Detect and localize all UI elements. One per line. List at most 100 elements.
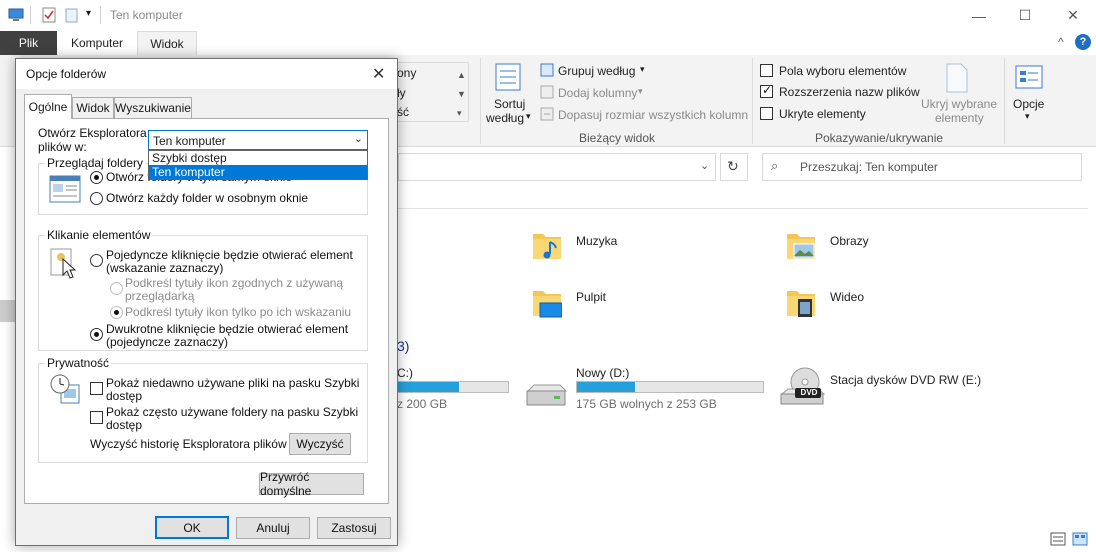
sort-dropdown-icon[interactable]: ▾: [526, 111, 531, 122]
tab-view[interactable]: Widok: [137, 31, 197, 55]
dvd-badge: DVD: [800, 388, 818, 397]
ok-button[interactable]: OK: [155, 516, 229, 539]
browse-new-window-radio[interactable]: [90, 192, 103, 205]
options-button[interactable]: Opcje: [1013, 97, 1044, 111]
sort-icon[interactable]: [494, 62, 524, 94]
add-columns-icon[interactable]: [540, 85, 554, 99]
music-folder-icon[interactable]: [532, 228, 562, 262]
qat-dropdown-icon[interactable]: ▾: [86, 8, 91, 19]
open-explorer-label-2: plików w:: [38, 140, 87, 154]
drive-usage-bar: [397, 381, 509, 393]
maximize-button[interactable]: ☐: [1002, 0, 1048, 31]
gallery-scroll-icon[interactable]: ▲ ▼ ▾: [457, 66, 466, 123]
dialog-close-button[interactable]: ✕: [372, 64, 385, 84]
minimize-button[interactable]: —: [956, 0, 1002, 31]
address-bar[interactable]: [398, 153, 716, 181]
ribbon-divider: [1004, 58, 1005, 144]
folder-name[interactable]: Wideo: [830, 290, 864, 304]
group-by-button[interactable]: Grupuj według: [558, 64, 635, 78]
fit-columns-icon[interactable]: [540, 107, 554, 121]
underline-point-label[interactable]: Podkreśl tytuły ikon tylko po ich wskaza…: [125, 306, 351, 319]
options-dropdown-icon[interactable]: ▾: [1025, 111, 1030, 122]
tab-file[interactable]: Plik: [0, 31, 57, 55]
drive-usage-fill: [398, 382, 459, 392]
hide-selected-label-2[interactable]: elementy: [935, 111, 984, 125]
clear-history-label: Wyczyść historię Eksploratora plików: [90, 437, 287, 451]
dropdown-option-this-pc[interactable]: Ten komputer: [149, 165, 367, 179]
open-explorer-label: Otwórz Eksploratora: [38, 126, 147, 140]
dialog-title: Opcje folderów: [26, 67, 107, 81]
show-frequent-folders-label-2[interactable]: dostęp: [106, 419, 142, 432]
help-icon[interactable]: ?: [1075, 34, 1091, 50]
hide-selected-icon[interactable]: [944, 62, 970, 94]
hidden-items-checkbox[interactable]: [760, 107, 773, 120]
add-columns-button[interactable]: Dodaj kolumny: [558, 86, 637, 100]
drive-name[interactable]: Nowy (D:): [576, 366, 629, 380]
large-icons-view-icon[interactable]: [1072, 532, 1088, 546]
show-recent-files-label-2[interactable]: dostęp: [106, 390, 142, 403]
drive-name[interactable]: C:): [397, 366, 413, 380]
browse-new-window-label[interactable]: Otwórz każdy folder w osobnym oknie: [106, 192, 308, 205]
fit-columns-button[interactable]: Dopasuj rozmiar wszystkich kolumn: [558, 108, 748, 122]
pictures-folder-icon[interactable]: [786, 228, 816, 262]
restore-defaults-button[interactable]: Przywróć domyślne: [259, 470, 364, 498]
dropdown-option-quick-access[interactable]: Szybki dostęp: [149, 151, 367, 165]
videos-folder-icon[interactable]: [786, 285, 816, 319]
double-click-label-2[interactable]: (pojedyncze zaznaczy): [106, 336, 228, 349]
double-click-radio[interactable]: [90, 328, 103, 341]
browse-folders-legend: Przeglądaj foldery: [45, 156, 146, 170]
open-explorer-combo[interactable]: Ten komputer ⌄: [148, 130, 368, 150]
show-recent-files-label[interactable]: Pokaż niedawno używane pliki na pasku Sz…: [106, 377, 359, 390]
file-extensions-label[interactable]: Rozszerzenia nazw plików: [779, 85, 920, 99]
combo-value: Ten komputer: [153, 134, 226, 148]
computer-icon[interactable]: [8, 7, 24, 23]
collapse-ribbon-icon[interactable]: ^: [1058, 35, 1064, 49]
refresh-icon[interactable]: ↻: [727, 158, 739, 175]
close-button[interactable]: ✕: [1050, 0, 1096, 31]
apply-button[interactable]: Zastosuj: [317, 517, 391, 539]
ribbon-divider: [752, 58, 753, 144]
single-click-label-2[interactable]: (wskazanie zaznaczy): [106, 262, 223, 275]
hide-selected-label[interactable]: Ukryj wybrane: [921, 97, 997, 111]
tab-search[interactable]: Wyszukiwanie: [114, 97, 192, 118]
group-by-dropdown-icon[interactable]: ▾: [640, 64, 645, 75]
search-placeholder: Przeszukaj: Ten komputer: [800, 160, 938, 174]
folder-name[interactable]: Obrazy: [830, 234, 869, 248]
drive-free-space: z 200 GB: [397, 397, 448, 411]
current-view-group-label: Bieżący widok: [579, 131, 656, 145]
hard-drive-icon[interactable]: [524, 383, 568, 409]
tab-general[interactable]: Ogólne: [24, 94, 72, 119]
tab-view[interactable]: Widok: [72, 97, 114, 118]
group-by-icon[interactable]: [540, 63, 554, 77]
details-view-icon[interactable]: [1050, 532, 1066, 546]
show-frequent-folders-label[interactable]: Pokaż często używane foldery na pasku Sz…: [106, 406, 358, 419]
chevron-down-icon[interactable]: ⌄: [354, 132, 363, 145]
single-click-radio[interactable]: [90, 254, 103, 267]
show-recent-files-checkbox[interactable]: [90, 382, 103, 395]
address-history-icon[interactable]: ⌄: [700, 159, 709, 172]
sort-label[interactable]: Sortuj: [494, 97, 525, 111]
item-checkboxes-label[interactable]: Pola wyboru elementów: [779, 64, 906, 78]
options-icon[interactable]: [1014, 64, 1044, 92]
properties-icon[interactable]: [41, 7, 57, 23]
browse-same-window-radio[interactable]: [90, 171, 103, 184]
add-columns-dropdown-icon[interactable]: ▾: [638, 86, 643, 97]
sort-label-2[interactable]: według: [486, 111, 524, 125]
folder-name[interactable]: Pulpit: [576, 290, 606, 304]
new-folder-icon[interactable]: [64, 7, 80, 23]
show-frequent-folders-checkbox[interactable]: [90, 411, 103, 424]
underline-consistent-label-2[interactable]: przeglądarką: [125, 290, 194, 303]
clear-history-button[interactable]: Wyczyść: [289, 433, 351, 455]
devices-group-header[interactable]: 3): [397, 338, 409, 354]
cancel-button[interactable]: Anuluj: [236, 517, 310, 539]
folder-name[interactable]: Muzyka: [576, 234, 617, 248]
tab-computer[interactable]: Komputer: [57, 31, 137, 55]
item-checkboxes-checkbox[interactable]: [760, 64, 773, 77]
hidden-items-label[interactable]: Ukryte elementy: [779, 107, 866, 121]
file-extensions-checkbox[interactable]: [760, 83, 773, 98]
underline-point-radio[interactable]: [110, 306, 123, 319]
privacy-clock-icon: [50, 374, 80, 404]
drive-name[interactable]: Stacja dysków DVD RW (E:): [830, 373, 981, 387]
underline-consistent-radio[interactable]: [110, 282, 123, 295]
desktop-folder-icon[interactable]: [532, 285, 562, 319]
